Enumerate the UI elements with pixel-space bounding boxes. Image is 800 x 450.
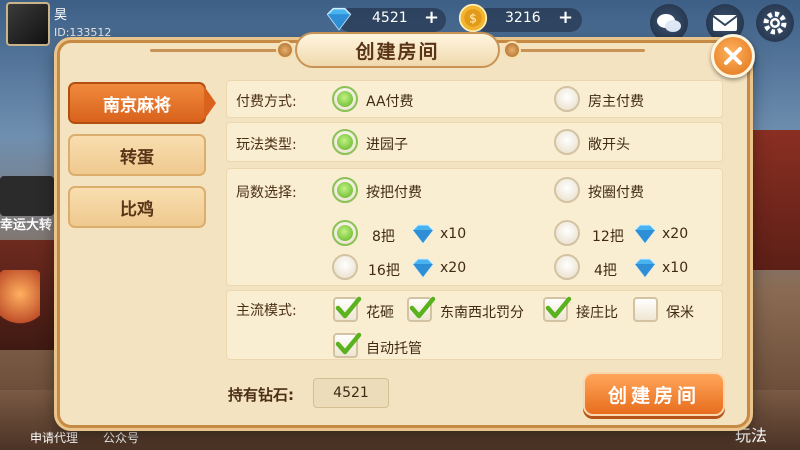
diamond-value: 4521 — [372, 10, 408, 26]
count-16-radio[interactable] — [332, 254, 358, 280]
create-room-button[interactable]: 创建房间 — [583, 372, 725, 416]
close-icon — [724, 47, 742, 65]
count-12-cost: x20 — [662, 226, 689, 242]
diamond-icon — [412, 224, 434, 244]
play-type-jinyuanzi-radio[interactable] — [332, 129, 358, 155]
player-avatar[interactable] — [6, 2, 50, 46]
settings-icon[interactable] — [756, 4, 794, 42]
coin-icon: $ — [458, 3, 488, 33]
count-8-radio[interactable] — [332, 220, 358, 246]
count-4-label: 4把 — [594, 263, 617, 279]
apply-agent-label[interactable]: 申请代理 — [30, 429, 78, 446]
title-ornament-line-left — [150, 49, 290, 52]
mode-huaza-label: 花砸 — [366, 305, 394, 321]
mode-huaza-checkbox[interactable] — [333, 296, 362, 322]
payment-owner-label: 房主付费 — [588, 94, 644, 110]
dialog-title: 创建房间 — [295, 32, 500, 68]
rounds-per-circle-radio[interactable] — [554, 177, 580, 203]
player-name: 昊 — [54, 8, 68, 23]
diamond-icon — [634, 224, 656, 244]
mode-penalty-checkbox[interactable] — [407, 296, 436, 322]
mode-auto-label: 自动托管 — [366, 341, 422, 357]
play-type-label: 玩法类型: — [236, 137, 297, 153]
mode-baomi-checkbox[interactable] — [633, 297, 658, 322]
background-lantern — [0, 270, 40, 330]
checkmark-icon — [335, 296, 362, 319]
title-ornament-right — [503, 41, 521, 59]
holding-diamonds-label: 持有钻石: — [228, 386, 294, 404]
lucky-wheel-button[interactable] — [0, 176, 54, 216]
mode-dealer-label: 接庄比 — [576, 305, 618, 321]
rounds-label: 局数选择: — [236, 185, 297, 201]
title-ornament-left — [276, 41, 294, 59]
tab-zhuandan[interactable]: 转蛋 — [68, 134, 206, 176]
mode-penalty-label: 东南西北罚分 — [440, 305, 524, 321]
tab-biji[interactable]: 比鸡 — [68, 186, 206, 228]
tab-nanjing-mahjong[interactable]: 南京麻将 — [68, 82, 206, 124]
play-type-row — [226, 122, 723, 162]
add-diamond-button[interactable]: + — [424, 7, 439, 28]
play-type-changkaitou-radio[interactable] — [554, 129, 580, 155]
payment-owner-radio[interactable] — [554, 86, 580, 112]
mode-label: 主流模式: — [236, 303, 297, 319]
rounds-per-circle-label: 按圈付费 — [588, 185, 644, 201]
diamond-icon — [634, 258, 656, 278]
title-ornament-line-right — [505, 49, 645, 52]
active-tab-pointer — [204, 86, 216, 120]
count-4-radio[interactable] — [554, 254, 580, 280]
checkmark-icon — [409, 296, 436, 319]
rounds-per-game-radio[interactable] — [332, 177, 358, 203]
count-12-label: 12把 — [592, 229, 624, 245]
official-account-label[interactable]: 公众号 — [103, 429, 139, 446]
payment-label: 付费方式: — [236, 94, 297, 110]
count-16-cost: x20 — [440, 260, 467, 276]
payment-aa-radio[interactable] — [332, 86, 358, 112]
payment-aa-label: AA付费 — [366, 94, 414, 110]
diamond-icon — [326, 7, 352, 31]
lucky-wheel-label: 幸运大转 — [0, 218, 53, 233]
checkmark-icon — [335, 332, 362, 355]
svg-text:$: $ — [469, 11, 477, 25]
diamond-icon — [412, 258, 434, 278]
play-type-jinyuanzi-label: 进园子 — [366, 137, 408, 153]
mode-dealer-checkbox[interactable] — [543, 296, 572, 322]
count-12-radio[interactable] — [554, 220, 580, 246]
payment-row — [226, 80, 723, 118]
count-16-label: 16把 — [368, 263, 400, 279]
mode-baomi-label: 保米 — [666, 305, 694, 321]
play-type-changkaitou-label: 敞开头 — [588, 137, 630, 153]
rounds-per-game-label: 按把付费 — [366, 185, 422, 201]
player-id: ID:133512 — [54, 26, 112, 39]
add-coin-button[interactable]: + — [558, 7, 573, 28]
checkmark-icon — [545, 296, 572, 319]
count-8-cost: x10 — [440, 226, 467, 242]
chat-icon[interactable] — [650, 4, 688, 42]
holding-diamonds-value: 4521 — [313, 378, 389, 408]
coin-value: 3216 — [505, 10, 541, 26]
count-4-cost: x10 — [662, 260, 689, 276]
close-button[interactable] — [711, 34, 755, 78]
count-8-label: 8把 — [372, 229, 395, 245]
mode-auto-checkbox[interactable] — [333, 332, 362, 358]
